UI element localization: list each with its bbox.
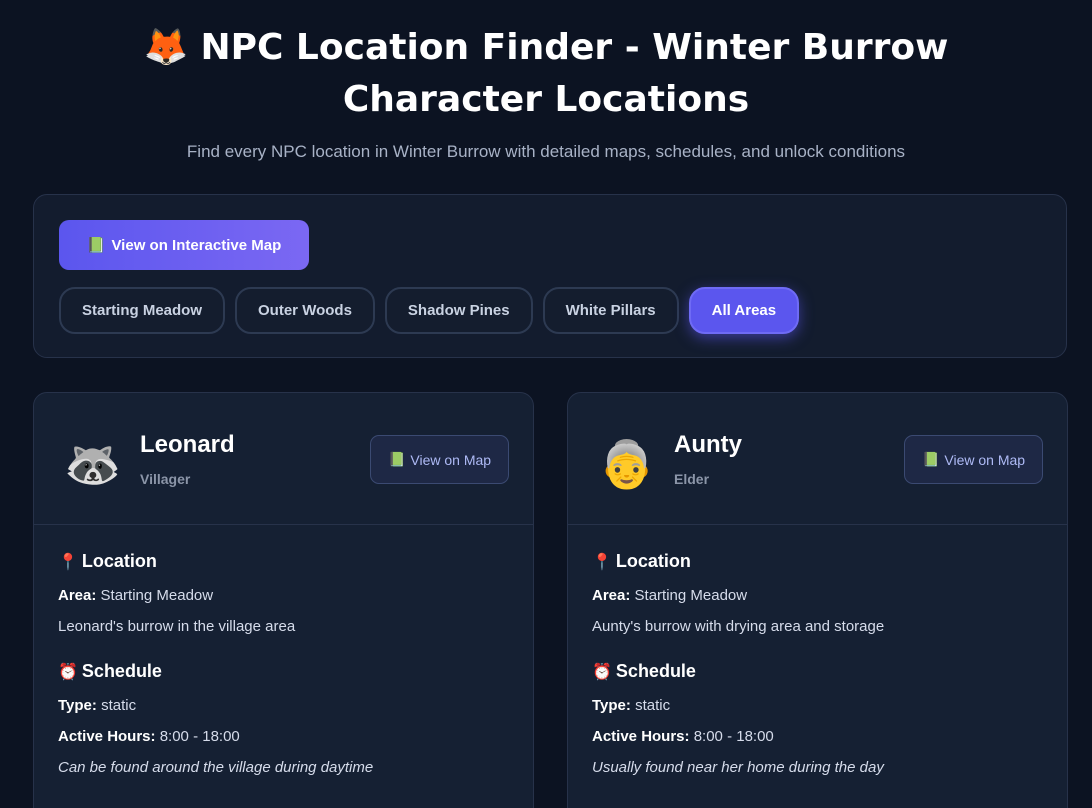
location-description: Leonard's burrow in the village area [58,618,296,635]
area-label: Area: [592,587,631,604]
hours-line: Active Hours: 8:00 - 18:00 [58,728,509,745]
view-on-map-label: View on Map [944,451,1026,468]
schedule-heading: ⏰ Schedule [592,661,1043,682]
area-label: Area: [58,587,97,604]
interactive-map-button[interactable]: 📗 View on Interactive Map [59,220,309,270]
type-line: Type: static [592,697,1043,714]
location-heading: 📍 Location [58,551,509,572]
pin-icon: 📍 [592,553,612,571]
map-book-icon: 📗 [921,451,940,467]
pin-icon: 📍 [58,553,78,571]
type-label: Type: [592,697,631,714]
npc-role: Elder [674,471,710,487]
npc-name: Leonard [140,431,235,458]
filter-shadow-pines[interactable]: Shadow Pines [384,287,533,334]
view-on-map-button[interactable]: 📗 View on Map [904,435,1043,484]
filter-starting-meadow[interactable]: Starting Meadow [59,287,226,334]
schedule-heading: ⏰ Schedule [58,661,509,682]
npc-role: Villager [140,471,191,487]
schedule-note: Can be found around the village during d… [58,759,374,776]
map-book-icon: 📗 [86,237,106,254]
type-value: static [101,697,137,714]
type-label: Type: [58,697,97,714]
filter-outer-woods[interactable]: Outer Woods [235,287,375,334]
hours-label: Active Hours: [58,728,156,745]
page: 🦊 NPC Location Finder - Winter Burrow Cha… [0,0,1092,808]
raccoon-avatar-icon: 🦝 [64,438,122,490]
controls-panel: 📗 View on Interactive Map Starting Meado… [33,194,1067,358]
npc-name: Aunty [674,431,742,458]
npc-card-body: 📍 Location Area: Starting Meadow Aunty's… [568,525,1067,776]
location-description: Aunty's burrow with drying area and stor… [592,618,885,635]
hours-label: Active Hours: [592,728,690,745]
page-title: 🦊 NPC Location Finder - Winter Burrow Cha… [56,22,1036,126]
alarm-clock-icon: ⏰ [592,663,612,681]
hours-value: 8:00 - 18:00 [159,728,240,745]
filter-all-areas[interactable]: All Areas [688,287,800,334]
schedule-heading-label: Schedule [81,661,162,681]
type-line: Type: static [58,697,509,714]
area-line: Area: Starting Meadow [592,587,1043,604]
hours-value: 8:00 - 18:00 [693,728,774,745]
location-heading: 📍 Location [592,551,1043,572]
page-title-text: NPC Location Finder - Winter Burrow Char… [200,27,949,120]
map-book-icon: 📗 [387,451,406,467]
schedule-heading-label: Schedule [615,661,696,681]
area-line: Area: Starting Meadow [58,587,509,604]
alarm-clock-icon: ⏰ [58,663,78,681]
type-value: static [635,697,671,714]
interactive-map-button-label: View on Interactive Map [111,236,282,254]
fox-icon: 🦊 [143,27,189,68]
npc-card-header: 🦝 Leonard Villager 📗 View on Map [34,393,533,525]
area-value: Starting Meadow [100,587,214,604]
npc-card-leonard: 🦝 Leonard Villager 📗 View on Map 📍 Locat… [33,392,534,808]
area-filters: Starting Meadow Outer Woods Shadow Pines… [59,287,800,334]
npc-card-aunty: 👵 Aunty Elder 📗 View on Map 📍 Location A… [567,392,1068,808]
hours-line: Active Hours: 8:00 - 18:00 [592,728,1043,745]
old-woman-avatar-icon: 👵 [598,438,656,490]
page-subtitle: Find every NPC location in Winter Burrow… [186,142,906,161]
npc-card-header: 👵 Aunty Elder 📗 View on Map [568,393,1067,525]
view-on-map-button[interactable]: 📗 View on Map [370,435,509,484]
page-header: 🦊 NPC Location Finder - Winter Burrow Cha… [0,22,1092,162]
location-heading-label: Location [615,551,691,571]
location-heading-label: Location [81,551,157,571]
filter-white-pillars[interactable]: White Pillars [542,287,679,334]
schedule-note: Usually found near her home during the d… [592,759,884,776]
view-on-map-label: View on Map [410,451,492,468]
npc-card-body: 📍 Location Area: Starting Meadow Leonard… [34,525,533,776]
area-value: Starting Meadow [634,587,748,604]
